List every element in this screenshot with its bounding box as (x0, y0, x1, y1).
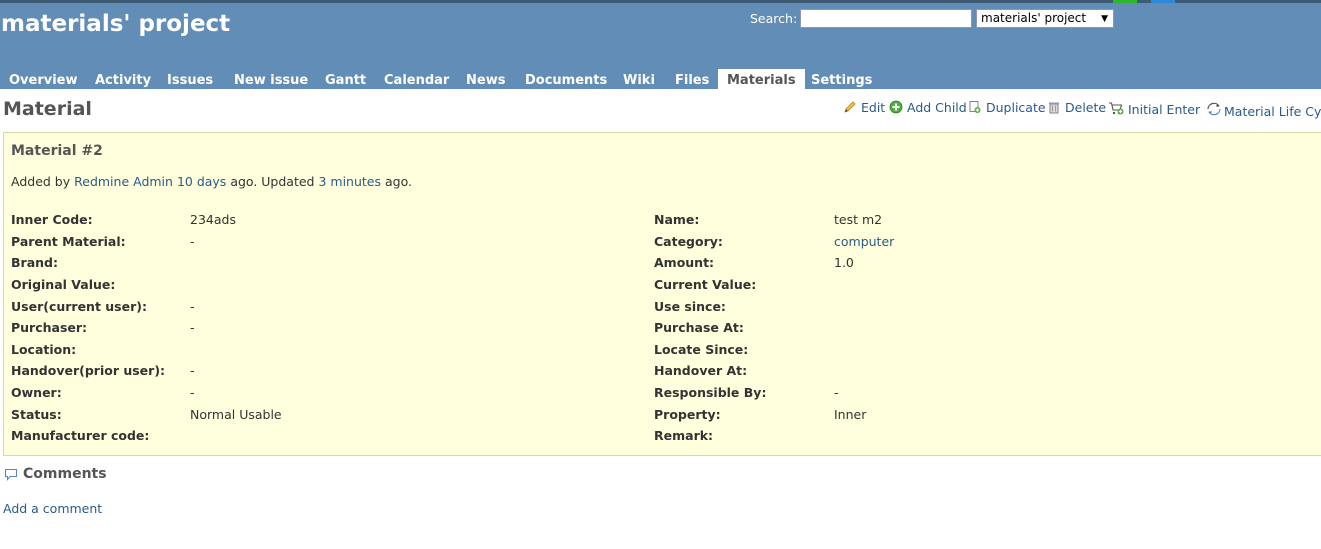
add-green-circle-icon (889, 100, 903, 114)
tab-news[interactable]: News (466, 69, 505, 92)
edit-label: Edit (861, 100, 886, 115)
project-jump-select[interactable]: materials' project ▼ (976, 9, 1114, 28)
add-comment-link[interactable]: Add a comment (3, 501, 102, 516)
attr-label: Current Value: (654, 277, 757, 292)
attr-label: Amount: (654, 255, 715, 270)
life-cycle-label: Material Life Cyc (1224, 104, 1321, 119)
add-child-label: Add Child (907, 100, 967, 115)
attr-label: Name: (654, 212, 700, 227)
tab-calendar[interactable]: Calendar (384, 69, 449, 92)
updated-text: ago. Updated (230, 174, 315, 189)
delete-label: Delete (1065, 100, 1107, 115)
search-input[interactable] (800, 9, 972, 28)
edit-link[interactable]: Edit (843, 100, 885, 115)
attr-value: Normal Usable (190, 407, 282, 422)
project-title[interactable]: materials' project (1, 11, 230, 37)
comments-heading: Comments (23, 466, 107, 482)
attr-label: Remark: (654, 428, 714, 443)
attr-label: Category: (654, 234, 723, 249)
attr-label: Property: (654, 407, 721, 422)
tab-new-issue[interactable]: New issue (234, 69, 308, 92)
attr-label: Responsible By: (654, 385, 767, 400)
search-label: Search: (750, 11, 798, 26)
material-details-box: Material #2 Added by Redmine Admin 10 da… (3, 132, 1321, 456)
author-link[interactable]: Redmine Admin (74, 174, 173, 189)
cycle-icon (1207, 102, 1221, 116)
tab-documents[interactable]: Documents (525, 69, 607, 92)
attr-label: Handover(prior user): (11, 363, 166, 378)
attr-label: Owner: (11, 385, 62, 400)
tab-overview[interactable]: Overview (9, 69, 78, 92)
duplicate-link[interactable]: Duplicate (968, 100, 1046, 115)
attr-label: Handover At: (654, 363, 748, 378)
author-line: Added by Redmine Admin 10 days ago. Upda… (11, 174, 412, 189)
category-link[interactable]: computer (834, 234, 894, 249)
tab-wiki[interactable]: Wiki (623, 69, 655, 92)
tab-gantt[interactable]: Gantt (325, 69, 366, 92)
dropdown-arrow-icon: ▼ (1101, 14, 1108, 24)
attr-label: Purchase At: (654, 320, 744, 335)
author-prefix: Added by (11, 174, 71, 189)
attr-label: Locate Since: (654, 342, 749, 357)
delete-link[interactable]: Delete (1047, 100, 1106, 115)
attr-value: - (834, 385, 839, 400)
attr-value: 234ads (190, 212, 236, 227)
attr-label: Location: (11, 342, 77, 357)
page-heading: Material (3, 98, 92, 120)
created-ago-link[interactable]: 10 days (177, 174, 226, 189)
attr-label: Original Value: (11, 277, 116, 292)
attr-label: Inner Code: (11, 212, 93, 227)
tab-activity[interactable]: Activity (95, 69, 151, 92)
duplicate-label: Duplicate (986, 100, 1046, 115)
attr-value: - (190, 234, 195, 249)
attr-label: User(current user): (11, 299, 147, 314)
attr-label: Use since: (654, 299, 726, 314)
project-select-value: materials' project (981, 11, 1087, 25)
attr-label: Status: (11, 407, 62, 422)
speech-bubble-icon (4, 468, 18, 481)
attr-value: 1.0 (834, 255, 854, 270)
attr-label: Manufacturer code: (11, 428, 150, 443)
copy-icon (969, 101, 981, 113)
material-subject: Material #2 (11, 143, 103, 159)
attr-label: Brand: (11, 255, 58, 270)
pencil-icon (844, 101, 856, 113)
add-child-link[interactable]: Add Child (889, 100, 967, 115)
cart-add-icon (1109, 102, 1124, 115)
attr-label: Purchaser: (11, 320, 88, 335)
attr-value: test m2 (834, 212, 883, 227)
attr-value: Inner (834, 407, 867, 422)
tab-files[interactable]: Files (675, 69, 709, 92)
attr-value: - (190, 299, 195, 314)
tab-settings[interactable]: Settings (811, 69, 872, 92)
attr-value: - (190, 385, 195, 400)
tab-issues[interactable]: Issues (167, 69, 213, 92)
initial-enter-label: Initial Enter (1128, 102, 1201, 117)
attr-label: Parent Material: (11, 234, 126, 249)
attr-value: - (190, 320, 195, 335)
initial-enter-link[interactable]: Initial Enter (1108, 100, 1200, 117)
suffix-text: ago. (385, 174, 412, 189)
tab-materials[interactable]: Materials (718, 69, 805, 92)
attr-value: - (190, 363, 195, 378)
updated-ago-link[interactable]: 3 minutes (318, 174, 381, 189)
material-life-cycle-link[interactable]: Material Life Cyc (1205, 100, 1321, 119)
header: materials' project Search: materials' pr… (0, 3, 1321, 92)
trash-icon (1049, 102, 1059, 114)
